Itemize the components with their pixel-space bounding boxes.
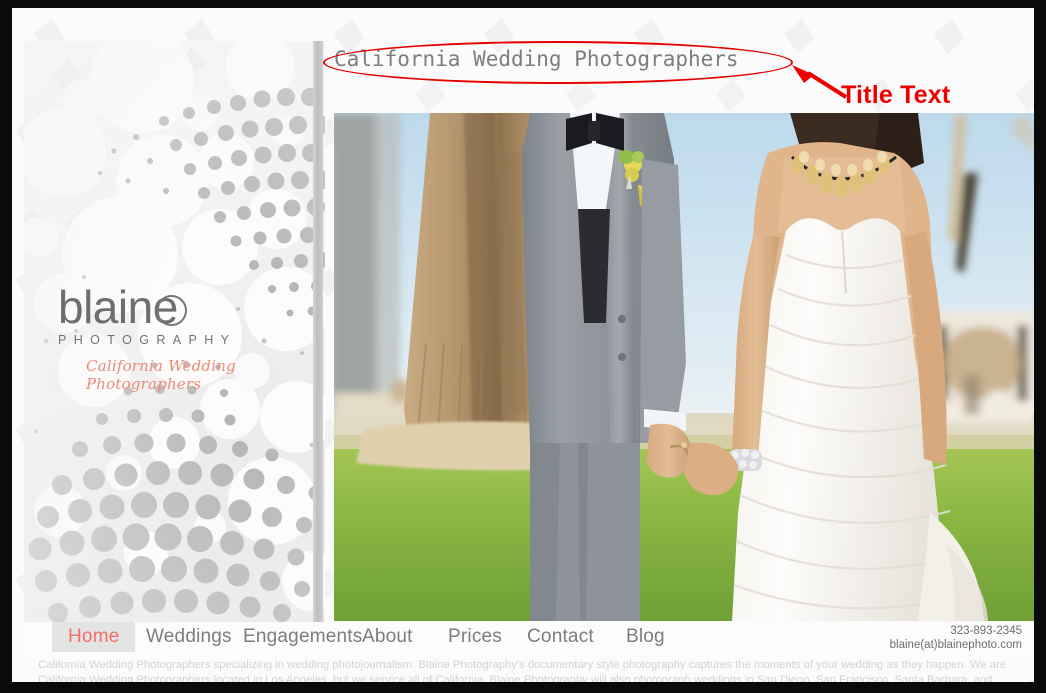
contact-info: 323-893-2345 blaine(at)blainephoto.com: [890, 624, 1022, 652]
logo-subtitle: PHOTOGRAPHY: [58, 333, 237, 347]
sidebar-photo-divider: [313, 41, 323, 622]
contact-email[interactable]: blaine(at)blainephoto.com: [890, 638, 1022, 652]
logo-wordmark-circled-e: e: [152, 281, 187, 333]
logo-tagline: California Wedding Photographers: [86, 357, 236, 393]
hero-photo-image: [334, 113, 1034, 621]
sidebar-artwork-panel: blaine PHOTOGRAPHY California Wedding Ph…: [24, 41, 325, 622]
nav-item-prices[interactable]: Prices: [448, 622, 502, 652]
site-logo[interactable]: blaine PHOTOGRAPHY California Wedding Ph…: [58, 284, 318, 393]
page-title: California Wedding Photographers: [334, 47, 739, 71]
footer-seo-text: California Wedding Photographers special…: [38, 659, 1007, 682]
hero-photo[interactable]: [334, 113, 1034, 621]
annotation-label: Title Text: [841, 81, 951, 109]
main-navigation: Home Weddings Engagements About Prices C…: [24, 622, 1034, 660]
nav-item-home[interactable]: Home: [52, 622, 136, 652]
browser-window-frame: blaine PHOTOGRAPHY California Wedding Ph…: [0, 0, 1046, 693]
contact-phone[interactable]: 323-893-2345: [890, 624, 1022, 638]
logo-wordmark-text: blain: [58, 281, 153, 333]
nav-item-contact[interactable]: Contact: [527, 622, 594, 652]
nav-item-blog[interactable]: Blog: [626, 622, 665, 652]
nav-item-about[interactable]: About: [362, 622, 413, 652]
website-page: blaine PHOTOGRAPHY California Wedding Ph…: [12, 8, 1034, 682]
logo-wordmark: blaine: [58, 281, 187, 333]
nav-item-engagements[interactable]: Engagements: [243, 622, 362, 652]
nav-item-weddings[interactable]: Weddings: [146, 622, 232, 652]
